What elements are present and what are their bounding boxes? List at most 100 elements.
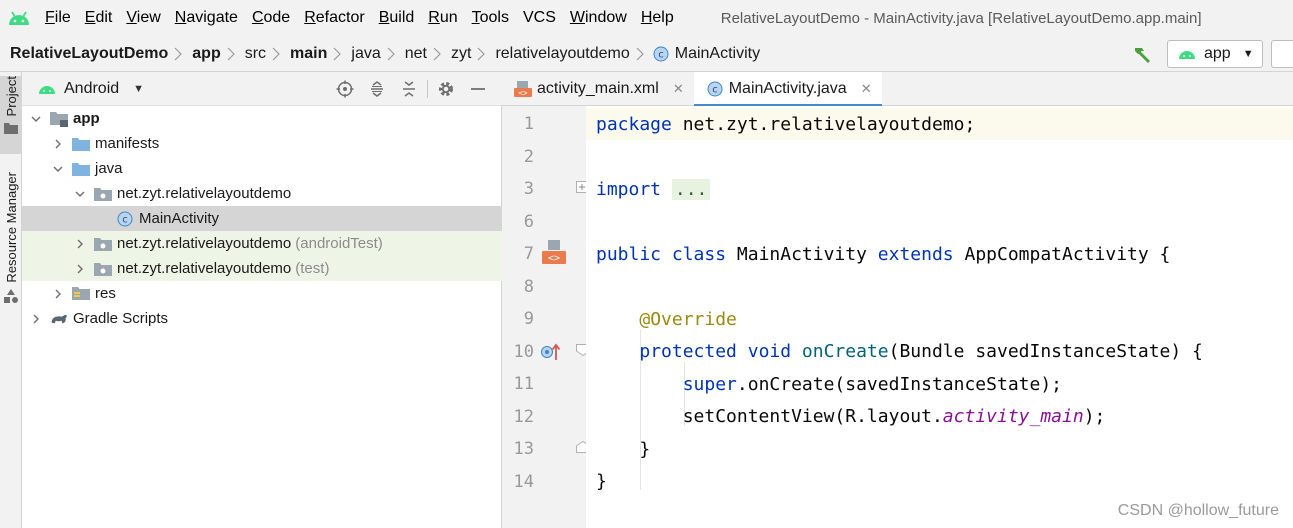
device-select-button[interactable]	[1271, 40, 1293, 68]
tree-item-suffix: (androidTest)	[295, 235, 383, 252]
line-number: 6	[523, 211, 534, 232]
menu-help[interactable]: Help	[634, 0, 681, 36]
code-line: setContentView(R.layout. activity_main);	[586, 401, 1293, 433]
menu-label-rest: ode	[263, 9, 291, 26]
line-number: 8	[523, 276, 534, 297]
module-folder-icon	[50, 110, 68, 128]
menu-edit[interactable]: Edit	[78, 0, 120, 36]
tool-tab-resource-manager[interactable]: Resource Manager	[0, 172, 22, 314]
code-token: onCreate	[801, 341, 889, 362]
editor-tab[interactable]: c MainActivity.java ✕	[693, 72, 882, 107]
svg-text:<>: <>	[548, 253, 560, 264]
code-token: .onCreate(savedInstanceState);	[736, 373, 1062, 395]
project-panel-header: Android ▼	[22, 72, 502, 106]
tree-item[interactable]: res	[22, 281, 502, 306]
project-panel: Android ▼ app manifests java net.zyt.relati…	[22, 72, 502, 528]
folder-icon	[4, 122, 18, 135]
tree-item[interactable]: java	[22, 156, 502, 181]
chevron-down-icon[interactable]	[72, 181, 88, 206]
chevron-down-icon[interactable]	[28, 106, 44, 131]
code-line: import ...	[586, 173, 1293, 205]
menu-vcs[interactable]: VCS	[516, 0, 563, 36]
breadcrumb-item[interactable]: zyt	[441, 45, 486, 63]
collapse-all-button[interactable]	[393, 72, 425, 106]
menu-mnemonic: C	[251, 9, 264, 26]
menu-view[interactable]: View	[119, 0, 167, 36]
tree-item-label: MainActivity	[139, 210, 220, 227]
breadcrumb-item[interactable]: java	[341, 45, 395, 63]
folder-icon	[72, 135, 90, 153]
crosshair-icon	[336, 80, 354, 98]
navigation-bar: RelativeLayoutDemo app src main java net zyt re…	[0, 36, 1293, 72]
line-number: 1	[523, 114, 534, 134]
menu-navigate[interactable]: Navigate	[168, 0, 245, 36]
hide-panel-button[interactable]	[462, 72, 494, 106]
menu-build[interactable]: Build	[372, 0, 422, 36]
breadcrumb-item[interactable]: net	[395, 45, 441, 63]
chevron-right-icon[interactable]	[72, 231, 88, 256]
editor-tab-label: MainActivity.java	[728, 80, 847, 97]
close-icon[interactable]: ✕	[673, 81, 684, 97]
expand-all-button[interactable]	[361, 72, 393, 106]
menu-tools[interactable]: Tools	[465, 0, 516, 36]
line-number: 12	[513, 406, 534, 427]
chevron-right-icon[interactable]	[72, 256, 88, 281]
menu-run[interactable]: Run	[421, 0, 464, 36]
menu-code[interactable]: Code	[245, 0, 297, 36]
override-method-icon[interactable]	[540, 343, 562, 361]
breadcrumb-item[interactable]: main	[280, 45, 342, 63]
tool-tab-project-label: Project	[3, 76, 19, 117]
tree-item[interactable]: net.zyt.relativelayoutdemo (test)	[22, 256, 502, 281]
code-token: ...	[671, 178, 711, 200]
breadcrumb-current-label: MainActivity	[674, 44, 761, 62]
chevron-right-icon[interactable]	[28, 306, 44, 331]
editor-tabs: <> activity_main.xml ✕ c MainActivity.java ✕	[502, 72, 1293, 107]
breadcrumb-item[interactable]: relativelayoutdemo	[485, 45, 644, 63]
tree-item[interactable]: c MainActivity	[22, 206, 502, 231]
layout-file-icon[interactable]: <>	[542, 240, 566, 266]
chevron-right-icon[interactable]	[50, 131, 66, 156]
menu-label: VCS	[522, 9, 556, 26]
close-icon[interactable]: ✕	[861, 81, 872, 97]
menu-refactor[interactable]: Refactor	[297, 0, 371, 36]
breadcrumb-label: net	[404, 44, 427, 62]
tree-item-suffix: (test)	[295, 260, 330, 277]
locate-file-button[interactable]	[329, 72, 361, 106]
tree-item[interactable]: app	[22, 106, 502, 131]
tree-item[interactable]: net.zyt.relativelayoutdemo	[22, 181, 502, 206]
gear-icon	[439, 82, 453, 96]
chevron-down-icon[interactable]	[50, 156, 66, 181]
code-token: AppCompatActivity {	[964, 243, 1171, 265]
run-configuration-select[interactable]: app ▼	[1167, 40, 1263, 68]
editor-code-area[interactable]: package net.zyt.relativelayoutdemo; impor…	[586, 106, 1293, 528]
chevron-right-icon	[427, 47, 441, 61]
tool-tab-project[interactable]: Project	[0, 76, 22, 154]
code-token: import	[596, 178, 672, 200]
tree-item[interactable]: net.zyt.relativelayoutdemo (androidTest)	[22, 231, 502, 256]
breadcrumb-current[interactable]: c MainActivity	[644, 45, 760, 63]
line-number: 2	[523, 146, 534, 167]
folder-icon	[72, 160, 90, 178]
breadcrumb-item[interactable]: src	[235, 45, 280, 63]
editor-tab[interactable]: <> activity_main.xml ✕	[502, 72, 694, 106]
breadcrumb-item[interactable]: RelativeLayoutDemo	[0, 45, 183, 63]
line-number: 3	[523, 179, 534, 199]
project-view-selector[interactable]: Android ▼	[22, 80, 144, 98]
tree-item[interactable]: manifests	[22, 131, 502, 156]
settings-button[interactable]	[430, 72, 462, 106]
code-line: package net.zyt.relativelayoutdemo;	[586, 108, 1293, 140]
breadcrumb-item[interactable]: app	[182, 45, 235, 63]
code-token: }	[639, 438, 651, 460]
menu-file[interactable]: File	[38, 0, 78, 36]
res-folder-icon	[72, 285, 90, 303]
toolbar-divider	[427, 80, 428, 98]
menu-window[interactable]: Window	[563, 0, 634, 36]
chevron-right-icon[interactable]	[50, 281, 66, 306]
tree-item[interactable]: Gradle Scripts	[22, 306, 502, 331]
menu-label-rest: ools	[479, 9, 509, 26]
menu-mnemonic: R	[428, 9, 440, 26]
hammer-build-icon[interactable]	[1131, 42, 1155, 66]
